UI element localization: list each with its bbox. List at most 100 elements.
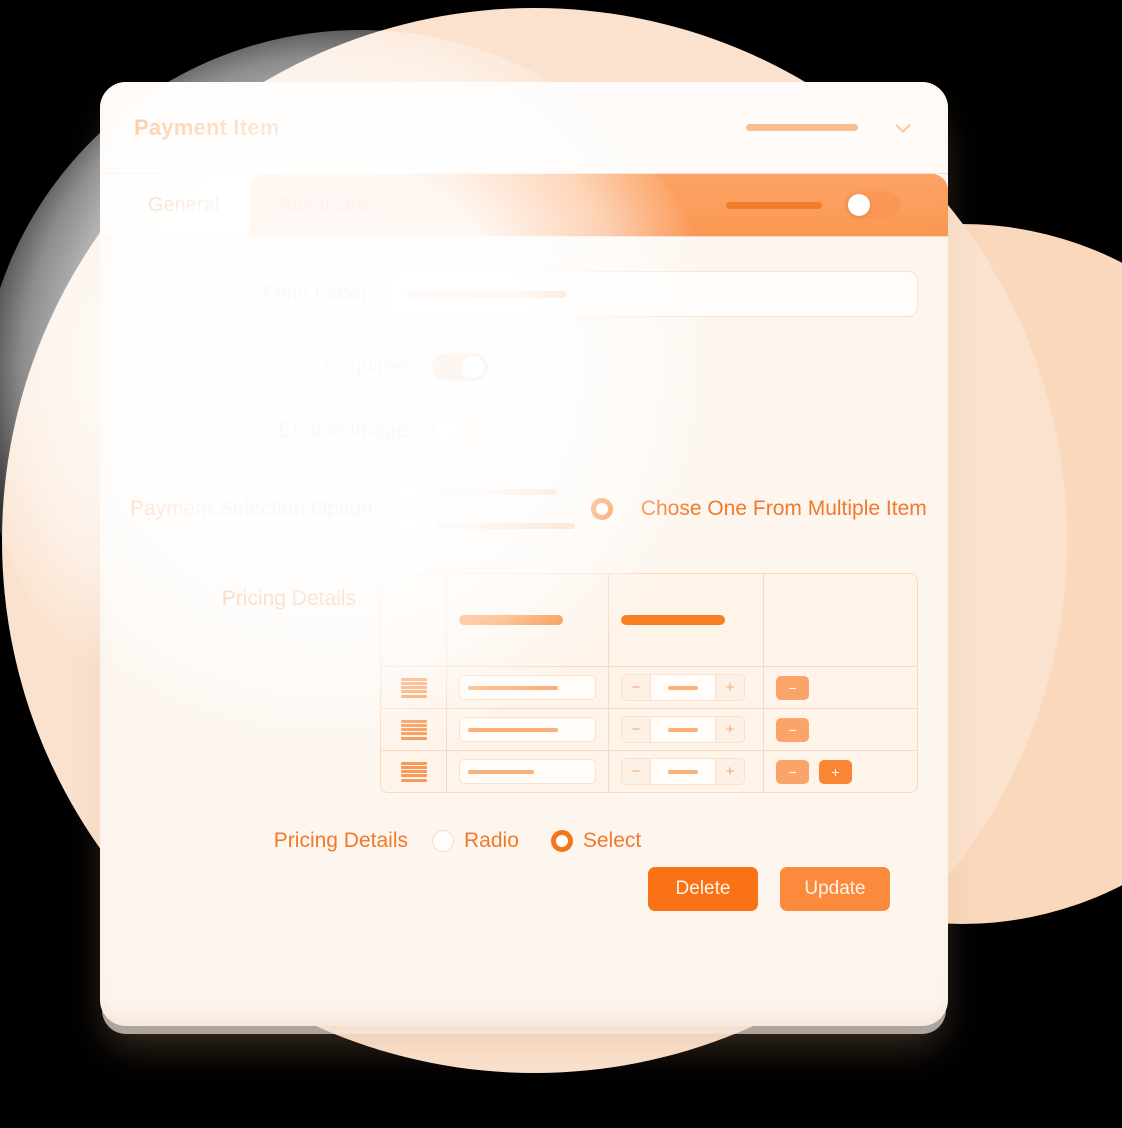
row-name-placeholder-bar <box>468 685 558 690</box>
enable-image-row: Enable Image <box>130 417 918 445</box>
table-header-row <box>381 574 917 667</box>
payment-selection-row: Payment Selection Option Chose One From … <box>130 481 927 537</box>
tab-bar: General Advanced <box>100 174 948 237</box>
radio-icon[interactable] <box>396 515 419 537</box>
table-header-cell-actions <box>764 574 917 666</box>
row-handle-cell <box>381 751 447 792</box>
payment-item-card: Payment Item General Advanced Field Labe… <box>100 82 948 1026</box>
row-qty-cell: − + <box>609 709 764 750</box>
table-header-placeholder-bar <box>621 615 725 625</box>
row-actions-cell: − <box>764 709 917 750</box>
chevron-down-icon[interactable] <box>892 117 914 139</box>
stepper-increment-button[interactable]: + <box>716 717 744 742</box>
payment-option-1[interactable] <box>396 481 575 503</box>
pricing-type-caption: Pricing Details <box>273 829 408 852</box>
screenshot-stage: Payment Item General Advanced Field Labe… <box>0 0 1122 1128</box>
radio-icon[interactable] <box>396 481 419 503</box>
enable-image-caption: Enable Image <box>278 419 408 442</box>
stepper-increment-button[interactable]: + <box>716 759 744 784</box>
payment-option-3-label: Chose One From Multiple Item <box>640 497 927 520</box>
pricing-details-row: Pricing Details − + − − + − − + − + <box>130 573 918 793</box>
table-row: − + − <box>381 667 917 709</box>
pricing-details-table: − + − − + − − + − + <box>380 573 918 793</box>
row-name-input[interactable] <box>459 717 596 742</box>
stepper-value-placeholder-bar <box>668 769 698 774</box>
pricing-type-option-radio[interactable]: Radio <box>432 829 519 853</box>
table-header-cell-qty <box>609 574 764 666</box>
drag-handle-icon[interactable] <box>400 761 427 782</box>
radio-checked-icon[interactable] <box>590 498 613 520</box>
required-toggle[interactable] <box>432 353 488 381</box>
row-handle-cell <box>381 667 447 708</box>
tab-placeholder-bar <box>726 201 822 209</box>
payment-option-2-placeholder-bar <box>434 523 575 529</box>
tab-general[interactable]: General <box>100 174 250 236</box>
toggle-knob <box>462 356 484 378</box>
page-title: Payment Item <box>134 114 280 140</box>
payment-option-2[interactable] <box>396 515 575 537</box>
required-row: Required <box>130 353 918 381</box>
tab-advanced-label: Advanced <box>279 193 369 216</box>
tab-advanced[interactable]: Advanced <box>249 174 948 236</box>
pricing-type-row: Pricing Details Radio Select <box>130 829 918 853</box>
add-row-button[interactable]: + <box>819 759 852 784</box>
pricing-details-caption: Pricing Details <box>221 587 356 610</box>
row-name-placeholder-bar <box>468 727 558 732</box>
delete-button[interactable]: Delete <box>648 867 758 911</box>
drag-handle-icon[interactable] <box>400 719 427 740</box>
stepper-increment-button[interactable]: + <box>716 675 744 700</box>
stepper-decrement-button[interactable]: − <box>622 675 650 700</box>
tab-toggle-switch[interactable] <box>844 191 900 219</box>
quantity-stepper: − + <box>621 716 745 743</box>
table-row: − + − + <box>381 751 917 792</box>
payment-option-1-placeholder-bar <box>434 489 557 495</box>
header-right-controls <box>746 117 914 139</box>
radio-icon[interactable] <box>432 830 454 852</box>
table-row: − + − <box>381 709 917 751</box>
stepper-value[interactable] <box>650 717 716 742</box>
pricing-type-option-select[interactable]: Select <box>550 829 642 853</box>
remove-row-button[interactable]: − <box>776 759 809 784</box>
payment-selection-placeholder-options <box>396 481 575 537</box>
enable-image-toggle[interactable] <box>432 417 488 445</box>
row-name-input[interactable] <box>459 759 596 784</box>
stepper-decrement-button[interactable]: − <box>622 717 650 742</box>
row-name-placeholder-bar <box>468 769 534 774</box>
update-button[interactable]: Update <box>780 867 890 911</box>
radio-checked-icon[interactable] <box>550 830 573 852</box>
field-label-placeholder-bar <box>407 290 567 298</box>
drag-handle-icon[interactable] <box>400 677 427 698</box>
payment-selection-caption: Payment Selection Option <box>130 497 373 520</box>
row-name-cell <box>447 667 609 708</box>
row-qty-cell: − + <box>609 667 764 708</box>
table-header-cell-name <box>447 574 609 666</box>
enable-image-field <box>432 417 918 445</box>
stepper-value[interactable] <box>650 759 716 784</box>
tab-general-label: General <box>148 193 220 216</box>
pricing-type-option-select-label: Select <box>582 829 642 852</box>
stepper-decrement-button[interactable]: − <box>622 759 650 784</box>
quantity-stepper: − + <box>621 758 745 785</box>
field-label-caption: Field Label <box>263 282 366 305</box>
row-name-input[interactable] <box>459 675 596 700</box>
row-name-cell <box>447 751 609 792</box>
table-header-cell-handle <box>381 574 447 666</box>
pricing-details-field: − + − − + − − + − + <box>380 573 918 793</box>
field-label-row: Field Label <box>130 271 918 317</box>
remove-row-button[interactable]: − <box>776 675 809 700</box>
table-header-placeholder-bar <box>459 615 563 625</box>
payment-option-3[interactable]: Chose One From Multiple Item <box>590 497 927 521</box>
toggle-knob <box>436 420 458 442</box>
tab-toggle-group <box>726 191 918 219</box>
field-label-input[interactable] <box>390 271 918 317</box>
card-body: Field Label Required Enable Image Paymen… <box>100 237 948 911</box>
stepper-value[interactable] <box>650 675 716 700</box>
stepper-value-placeholder-bar <box>668 727 698 732</box>
remove-row-button[interactable]: − <box>776 717 809 742</box>
row-actions-cell: − <box>764 667 917 708</box>
toggle-knob <box>848 194 870 216</box>
pricing-type-option-radio-label: Radio <box>464 829 519 852</box>
required-caption: Required <box>322 355 408 378</box>
row-qty-cell: − + <box>609 751 764 792</box>
row-actions-cell: − + <box>764 751 917 792</box>
